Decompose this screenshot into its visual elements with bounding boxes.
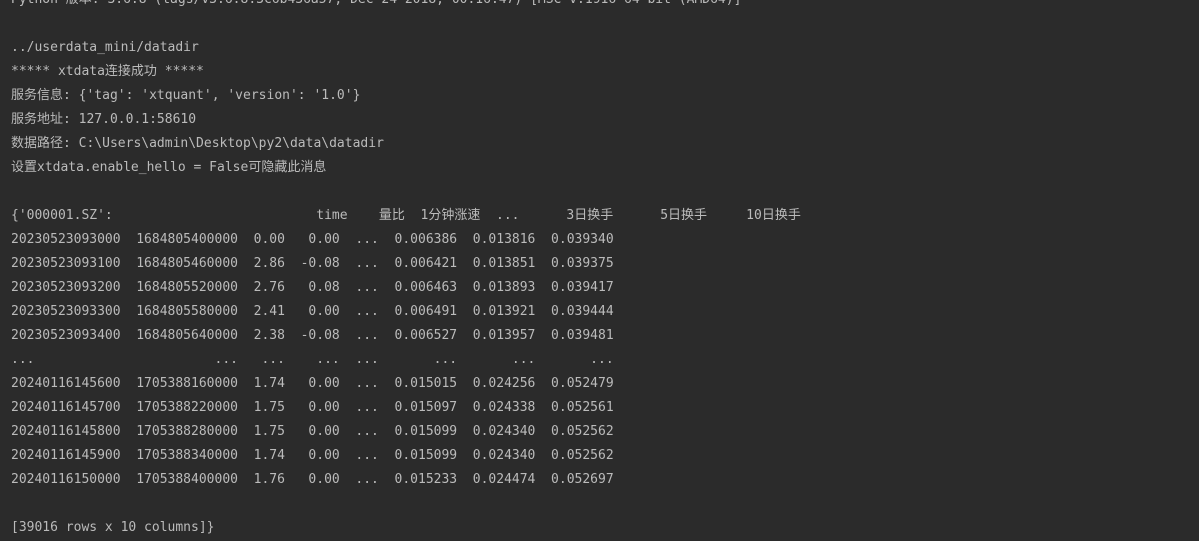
data-path-line: 数据路径: C:\Users\admin\Desktop\py2\data\da… <box>11 136 384 151</box>
table-row: 20240116145600 1705388160000 1.74 0.00 .… <box>11 376 614 391</box>
service-info-line: 服务信息: {'tag': 'xtquant', 'version': '1.0… <box>11 88 361 103</box>
datadir-line: ../userdata_mini/datadir <box>11 40 199 55</box>
table-row: 20230523093000 1684805400000 0.00 0.00 .… <box>11 232 614 247</box>
table-row: 20240116150000 1705388400000 1.76 0.00 .… <box>11 472 614 487</box>
console-output[interactable]: Python 版本: 3.6.8 (tags/v3.6.8:3c6b436a57… <box>0 0 1199 541</box>
table-row: 20230523093100 1684805460000 2.86 -0.08 … <box>11 256 614 271</box>
table-row: 20230523093400 1684805640000 2.38 -0.08 … <box>11 328 614 343</box>
service-address-line: 服务地址: 127.0.0.1:58610 <box>11 112 197 127</box>
table-header-line: {'000001.SZ': time 量比 1分钟涨速 ... 3日换手 5日换… <box>11 208 801 223</box>
table-row: 20230523093300 1684805580000 2.41 0.00 .… <box>11 304 614 319</box>
table-summary-line: [39016 rows x 10 columns]} <box>11 520 215 535</box>
table-row: 20240116145900 1705388340000 1.74 0.00 .… <box>11 448 614 463</box>
table-row: 20240116145700 1705388220000 1.75 0.00 .… <box>11 400 614 415</box>
table-ellipsis-row: ... ... ... ... ... ... ... ... <box>11 352 614 367</box>
hint-line: 设置xtdata.enable_hello = False可隐藏此消息 <box>11 160 327 175</box>
table-row: 20240116145800 1705388280000 1.75 0.00 .… <box>11 424 614 439</box>
python-version-line: Python 版本: 3.6.8 (tags/v3.6.8:3c6b436a57… <box>11 0 741 12</box>
connect-success-line: ***** xtdata连接成功 ***** <box>11 64 204 79</box>
table-row: 20230523093200 1684805520000 2.76 0.08 .… <box>11 280 614 295</box>
